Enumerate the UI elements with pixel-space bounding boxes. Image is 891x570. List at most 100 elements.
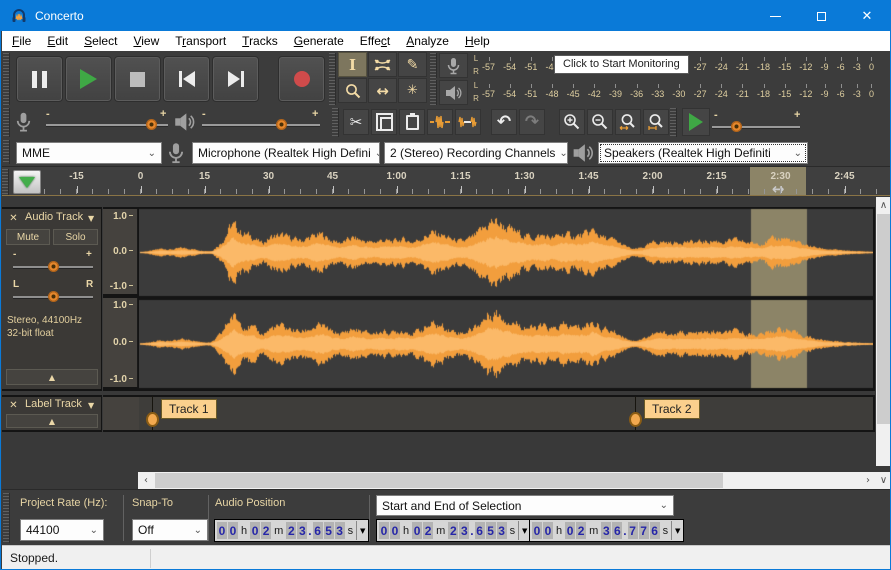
time-digit[interactable]: 0 (412, 522, 422, 539)
time-digit[interactable]: . (623, 524, 626, 538)
snap-to-select[interactable]: Off⌄ (132, 519, 208, 541)
time-digit[interactable]: 0 (228, 522, 238, 539)
time-digit[interactable]: 2 (286, 522, 296, 539)
menu-file[interactable]: File (4, 32, 39, 50)
stop-button[interactable] (114, 56, 161, 102)
time-digit[interactable]: 3 (601, 522, 611, 539)
time-shift-tool-button[interactable]: ↔ (368, 78, 397, 103)
time-digit[interactable]: 0 (543, 522, 553, 539)
playback-volume-thumb[interactable] (276, 119, 287, 130)
playback-meter-grabber[interactable] (430, 80, 437, 105)
project-rate-select[interactable]: 44100⌄ (20, 519, 104, 541)
selection-mode-select[interactable]: Start and End of Selection⌄ (376, 495, 674, 516)
silence-audio-button[interactable] (455, 109, 481, 135)
recording-channels-select[interactable]: 2 (Stereo) Recording Channels⌄ (384, 142, 568, 164)
menu-view[interactable]: View (125, 32, 167, 50)
label-marker-icon[interactable] (146, 412, 159, 427)
label-track-content[interactable] (139, 395, 875, 432)
recording-volume-thumb[interactable] (146, 119, 157, 130)
vertical-scrollbar[interactable]: ∧ (876, 197, 891, 466)
track-menu-icon[interactable]: ▼ (88, 214, 94, 223)
mixer-toolbar-grabber[interactable] (3, 108, 10, 137)
solo-button[interactable]: Solo (53, 229, 98, 245)
menu-effect[interactable]: Effect (352, 32, 398, 50)
time-digit[interactable]: . (470, 524, 473, 538)
recording-device-select[interactable]: Microphone (Realtek High Defini⌄ (192, 142, 380, 164)
time-digit[interactable]: 2 (576, 522, 586, 539)
time-digit[interactable]: 3 (297, 522, 307, 539)
time-digit[interactable]: 7 (628, 522, 638, 539)
horizontal-scrollbar-thumb[interactable] (155, 473, 723, 488)
timeline-ruler[interactable]: ↔ -1501530451:001:151:301:452:002:152:30… (2, 166, 891, 196)
audio-track-control-panel[interactable]: ✕ Audio Track ▼ Mute Solo - + L R Stereo… (2, 207, 102, 391)
playback-meter[interactable]: LR -57-54-51-48-45-42-39-36-33-30-27-24-… (430, 79, 891, 106)
playback-volume-slider[interactable] (202, 124, 320, 126)
collapse-label-track-button[interactable]: ▲ (6, 414, 98, 428)
time-digit[interactable]: 6 (612, 522, 622, 539)
playback-meter-speaker-button[interactable] (439, 80, 468, 105)
time-digit[interactable]: 2 (261, 522, 271, 539)
time-digit[interactable]: 6 (313, 522, 323, 539)
cut-button[interactable]: ✂ (343, 109, 369, 135)
maximize-button[interactable] (798, 1, 844, 31)
close-track-button[interactable]: ✕ (6, 211, 21, 225)
menu-tracks[interactable]: Tracks (234, 32, 286, 50)
trim-audio-button[interactable] (427, 109, 453, 135)
play-button[interactable] (65, 56, 112, 102)
label-marker-icon[interactable] (629, 412, 642, 427)
play-speed-thumb[interactable] (731, 121, 742, 132)
play-at-speed-grabber[interactable] (670, 108, 677, 137)
play-speed-slider[interactable] (712, 126, 800, 128)
scroll-down-button[interactable]: ∨ (876, 472, 891, 489)
time-field-arrow-icon[interactable]: ▼ (671, 521, 683, 540)
track-label[interactable]: Track 2 (644, 399, 700, 419)
menu-generate[interactable]: Generate (286, 32, 352, 50)
waveform-display[interactable] (139, 207, 875, 391)
skip-to-end-button[interactable] (212, 56, 259, 102)
pause-button[interactable] (16, 56, 63, 102)
play-at-speed-button[interactable] (682, 108, 710, 136)
time-digit[interactable]: 0 (379, 522, 389, 539)
time-digit[interactable]: 3 (335, 522, 345, 539)
time-digit[interactable]: 6 (650, 522, 660, 539)
monitor-tooltip[interactable]: Click to Start Monitoring (554, 55, 689, 74)
recording-meter-mic-button[interactable] (439, 53, 468, 78)
menu-select[interactable]: Select (76, 32, 125, 50)
selection-tool-button[interactable]: I (338, 52, 367, 77)
skip-to-start-button[interactable] (163, 56, 210, 102)
time-digit[interactable]: . (308, 524, 311, 538)
time-digit[interactable]: 0 (217, 522, 227, 539)
time-digit[interactable]: 0 (390, 522, 400, 539)
time-field-arrow-icon[interactable]: ▼ (356, 521, 368, 540)
scroll-up-button[interactable]: ∧ (876, 197, 891, 213)
edit-toolbar-grabber[interactable] (332, 108, 339, 137)
record-button[interactable] (278, 56, 325, 102)
vertical-scrollbar-thumb[interactable] (877, 214, 890, 424)
time-digit[interactable]: 7 (639, 522, 649, 539)
track-menu-icon[interactable]: ▼ (88, 401, 94, 410)
selection-toolbar-grabber[interactable] (3, 493, 10, 543)
time-digit[interactable]: 0 (250, 522, 260, 539)
label-track-control-panel[interactable]: ✕ Label Track ▼ ▲ (2, 395, 102, 432)
zoom-tool-button[interactable] (338, 78, 367, 103)
minimize-button[interactable] (752, 1, 798, 31)
menu-analyze[interactable]: Analyze (398, 32, 457, 50)
amp-ruler-left-channel[interactable]: 1.00.0-1.0 (103, 209, 138, 294)
audio-host-select[interactable]: MME⌄ (16, 142, 162, 164)
time-digit[interactable]: 5 (324, 522, 334, 539)
scroll-left-button[interactable]: ‹ (138, 472, 154, 489)
fit-project-button[interactable] (643, 109, 669, 135)
paste-button[interactable] (399, 109, 425, 135)
pan-thumb[interactable] (48, 291, 59, 302)
copy-button[interactable] (371, 109, 397, 135)
draw-tool-button[interactable]: ✎ (398, 52, 427, 77)
time-digit[interactable]: 3 (497, 522, 507, 539)
close-label-track-button[interactable]: ✕ (6, 398, 21, 412)
mute-button[interactable]: Mute (6, 229, 50, 245)
close-button[interactable]: ✕ (844, 1, 890, 31)
ruler-grabber[interactable] (2, 169, 9, 195)
zoom-in-button[interactable] (559, 109, 585, 135)
time-digit[interactable]: 0 (532, 522, 542, 539)
time-digit[interactable]: 3 (459, 522, 469, 539)
recording-meter[interactable]: LR -57-54-51-48-45-42-39-36-33-30-27-24-… (430, 52, 891, 79)
